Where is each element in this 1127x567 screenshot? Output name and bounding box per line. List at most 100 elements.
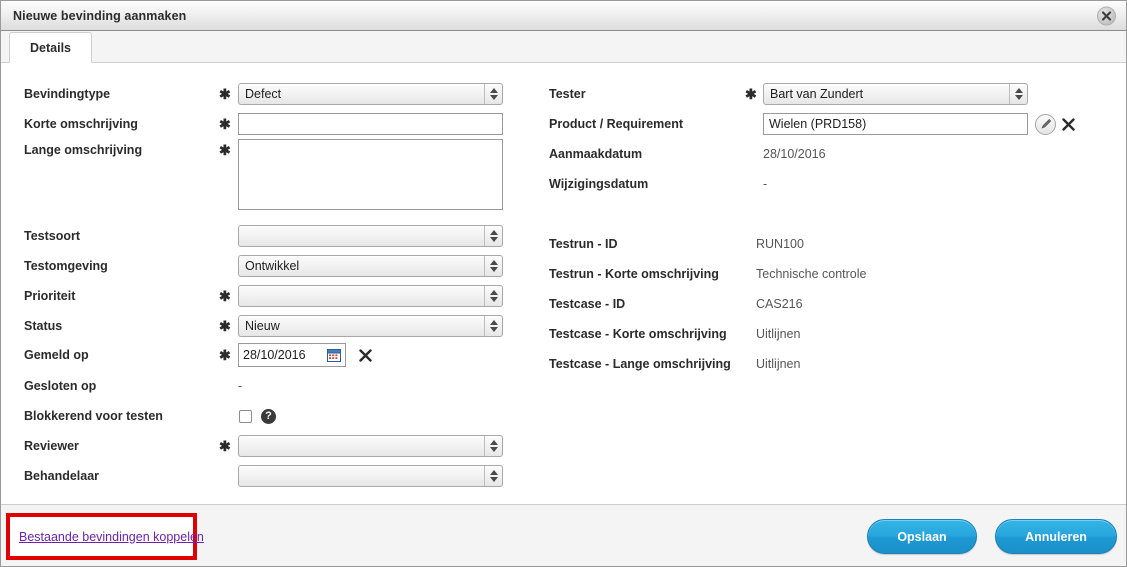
close-icon[interactable] (1097, 6, 1116, 25)
chevron-updown-icon (1009, 84, 1027, 104)
field-reviewer: Reviewer ✱ (1, 431, 521, 461)
edit-pencil-icon[interactable] (1035, 113, 1056, 135)
field-label: Gesloten op (24, 379, 97, 393)
bevindingtype-select[interactable]: Defect (238, 83, 503, 105)
tab-details-label: Details (30, 40, 71, 55)
required-asterisk: ✱ (219, 142, 231, 158)
field-prioriteit: Prioriteit ✱ (1, 281, 521, 311)
blokkerend-checkbox[interactable] (239, 409, 252, 423)
field-testcase-id: Testcase - ID CAS216 (541, 289, 1126, 319)
field-testsoort: Testsoort (1, 221, 521, 251)
status-value: Nieuw (245, 319, 280, 333)
clear-icon[interactable] (1062, 117, 1075, 131)
save-button-label: Opslaan (897, 529, 947, 544)
field-testcase-korte-omschrijving: Testcase - Korte omschrijving Uitlijnen (541, 319, 1126, 349)
field-label: Tester (549, 87, 586, 101)
tab-strip: Details (1, 31, 1126, 63)
field-behandelaar: Behandelaar (1, 461, 521, 491)
calendar-icon[interactable] (327, 348, 341, 362)
field-label: Product / Requirement (549, 117, 684, 131)
field-product-requirement: Product / Requirement (541, 109, 1126, 139)
save-button[interactable]: Opslaan (867, 519, 977, 554)
bestaande-bevindingen-koppelen-link[interactable]: Bestaande bevindingen koppelen (19, 530, 204, 544)
prioriteit-select[interactable] (238, 285, 503, 307)
field-label: Testsoort (24, 229, 81, 243)
testrun-korte-omschrijving-value: Technische controle (756, 267, 867, 281)
aanmaakdatum-value: 28/10/2016 (763, 147, 826, 161)
chevron-updown-icon (484, 226, 502, 246)
cancel-button[interactable]: Annuleren (995, 519, 1117, 554)
testrun-id-value: RUN100 (756, 237, 804, 251)
field-testomgeving: Testomgeving Ontwikkel (1, 251, 521, 281)
required-asterisk: ✱ (219, 116, 231, 132)
reviewer-select[interactable] (238, 435, 503, 457)
field-label: Korte omschrijving (24, 117, 138, 131)
required-asterisk: ✱ (219, 86, 231, 102)
field-label: Lange omschrijving (24, 143, 143, 157)
dialog-footer: Bestaande bevindingen koppelen Opslaan A… (1, 504, 1126, 566)
testomgeving-value: Ontwikkel (245, 259, 300, 273)
field-testcase-lange-omschrijving: Testcase - Lange omschrijving Uitlijnen (541, 349, 1126, 379)
required-asterisk: ✱ (219, 438, 231, 454)
field-label: Status (24, 319, 63, 333)
chevron-updown-icon (484, 316, 502, 336)
required-asterisk: ✱ (219, 318, 231, 334)
dialog-window: Nieuwe bevinding aanmaken Details Bevind… (0, 0, 1127, 567)
tester-value: Bart van Zundert (770, 87, 864, 101)
cancel-button-label: Annuleren (1025, 529, 1087, 544)
field-label: Gemeld op (24, 348, 89, 362)
field-label: Testcase - ID (549, 297, 626, 311)
required-asterisk: ✱ (219, 347, 231, 363)
testcase-lange-omschrijving-value: Uitlijnen (756, 357, 801, 371)
field-bevindingtype: Bevindingtype ✱ Defect (1, 79, 521, 109)
close-glyph (1101, 10, 1112, 21)
product-requirement-input[interactable] (763, 113, 1028, 135)
help-glyph: ? (265, 410, 272, 422)
chevron-updown-icon (484, 84, 502, 104)
status-select[interactable]: Nieuw (238, 315, 503, 337)
help-icon[interactable]: ? (261, 408, 276, 424)
field-testrun-id: Testrun - ID RUN100 (541, 229, 1126, 259)
gemeld-op-date-field[interactable] (238, 343, 346, 367)
chevron-updown-icon (484, 286, 502, 306)
tester-select[interactable]: Bart van Zundert (763, 83, 1028, 105)
chevron-updown-icon (484, 256, 502, 276)
field-status: Status ✱ Nieuw (1, 311, 521, 341)
field-label: Wijzigingsdatum (549, 177, 649, 191)
field-label: Testrun - Korte omschrijving (549, 267, 719, 281)
tab-details[interactable]: Details (9, 32, 92, 63)
field-lange-omschrijving: Lange omschrijving ✱ (1, 139, 521, 213)
field-label: Testcase - Korte omschrijving (549, 327, 727, 341)
field-wijzigingsdatum: Wijzigingsdatum - (541, 169, 1126, 199)
field-tester: Tester ✱ Bart van Zundert (541, 79, 1126, 109)
required-asterisk: ✱ (219, 288, 231, 304)
field-label: Blokkerend voor testen (24, 409, 163, 423)
gesloten-op-value: - (238, 379, 243, 393)
field-blokkerend-voor-testen: Blokkerend voor testen ? (1, 401, 521, 431)
field-aanmaakdatum: Aanmaakdatum 28/10/2016 (541, 139, 1126, 169)
required-asterisk: ✱ (745, 86, 757, 102)
title-bar: Nieuwe bevinding aanmaken (1, 1, 1126, 31)
field-gesloten-op: Gesloten op - (1, 371, 521, 401)
testsoort-select[interactable] (238, 225, 503, 247)
field-label: Aanmaakdatum (549, 147, 643, 161)
field-label: Bevindingtype (24, 87, 111, 101)
link-highlight-box: Bestaande bevindingen koppelen (6, 513, 204, 560)
clear-date-icon[interactable] (359, 348, 372, 362)
field-gemeld-op: Gemeld op ✱ (1, 340, 521, 370)
lange-omschrijving-textarea[interactable] (238, 139, 503, 210)
behandelaar-select[interactable] (238, 465, 503, 487)
field-korte-omschrijving: Korte omschrijving ✱ (1, 109, 521, 139)
testcase-id-value: CAS216 (756, 297, 803, 311)
field-label: Prioriteit (24, 289, 76, 303)
field-label: Testomgeving (24, 259, 108, 273)
gemeld-op-input[interactable] (243, 348, 327, 362)
field-testrun-korte-omschrijving: Testrun - Korte omschrijving Technische … (541, 259, 1126, 289)
korte-omschrijving-input[interactable] (238, 113, 503, 135)
bevindingtype-value: Defect (245, 87, 282, 101)
pencil-glyph (1040, 118, 1051, 129)
field-label: Testcase - Lange omschrijving (549, 357, 731, 371)
testcase-korte-omschrijving-value: Uitlijnen (756, 327, 801, 341)
wijzigingsdatum-value: - (763, 177, 768, 191)
testomgeving-select[interactable]: Ontwikkel (238, 255, 503, 277)
